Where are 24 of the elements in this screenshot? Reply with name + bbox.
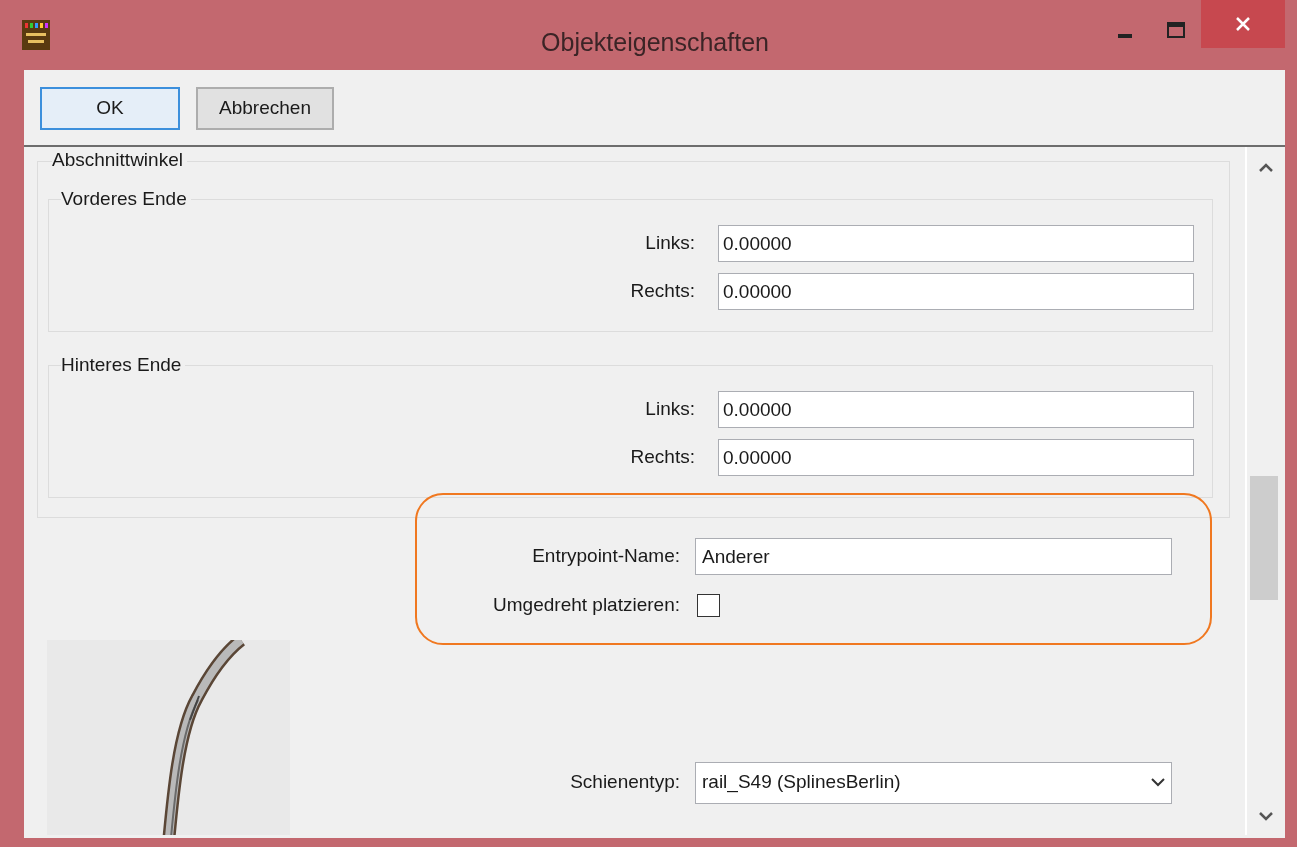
dropdown[interactable]: rail_S49 (SplinesBerlin) [695, 761, 1172, 804]
checkbox-label: Umgedreht platzieren: [492, 593, 680, 617]
window-title: Objekteigenschaften [540, 27, 770, 58]
scrollbar-thumb[interactable] [1250, 476, 1278, 600]
field-label: Links: [644, 397, 695, 422]
close-icon [1235, 16, 1251, 32]
input-field[interactable]: Anderer [695, 538, 1172, 575]
field-label: Schienentyp: [569, 770, 680, 795]
dialog-button[interactable]: OK [40, 87, 180, 130]
dialog-button[interactable]: Abbrechen [196, 87, 334, 130]
field-label: Rechts: [629, 445, 695, 470]
input-field[interactable]: 0.00000 [718, 391, 1194, 428]
field-label: Rechts: [629, 279, 695, 304]
chevron-down-icon [1151, 778, 1165, 787]
maximize-icon[interactable] [1167, 22, 1185, 38]
app-icon [22, 20, 50, 50]
input-field[interactable]: 0.00000 [718, 439, 1194, 476]
input-field[interactable]: 0.00000 [718, 225, 1194, 262]
checkbox[interactable] [697, 593, 720, 617]
field-label: Entrypoint-Name: [531, 544, 680, 569]
input-field[interactable]: 0.00000 [718, 273, 1194, 310]
scroll-down-icon[interactable] [1259, 812, 1273, 821]
field-label: Links: [644, 231, 695, 256]
scroll-up-icon[interactable] [1259, 163, 1273, 172]
